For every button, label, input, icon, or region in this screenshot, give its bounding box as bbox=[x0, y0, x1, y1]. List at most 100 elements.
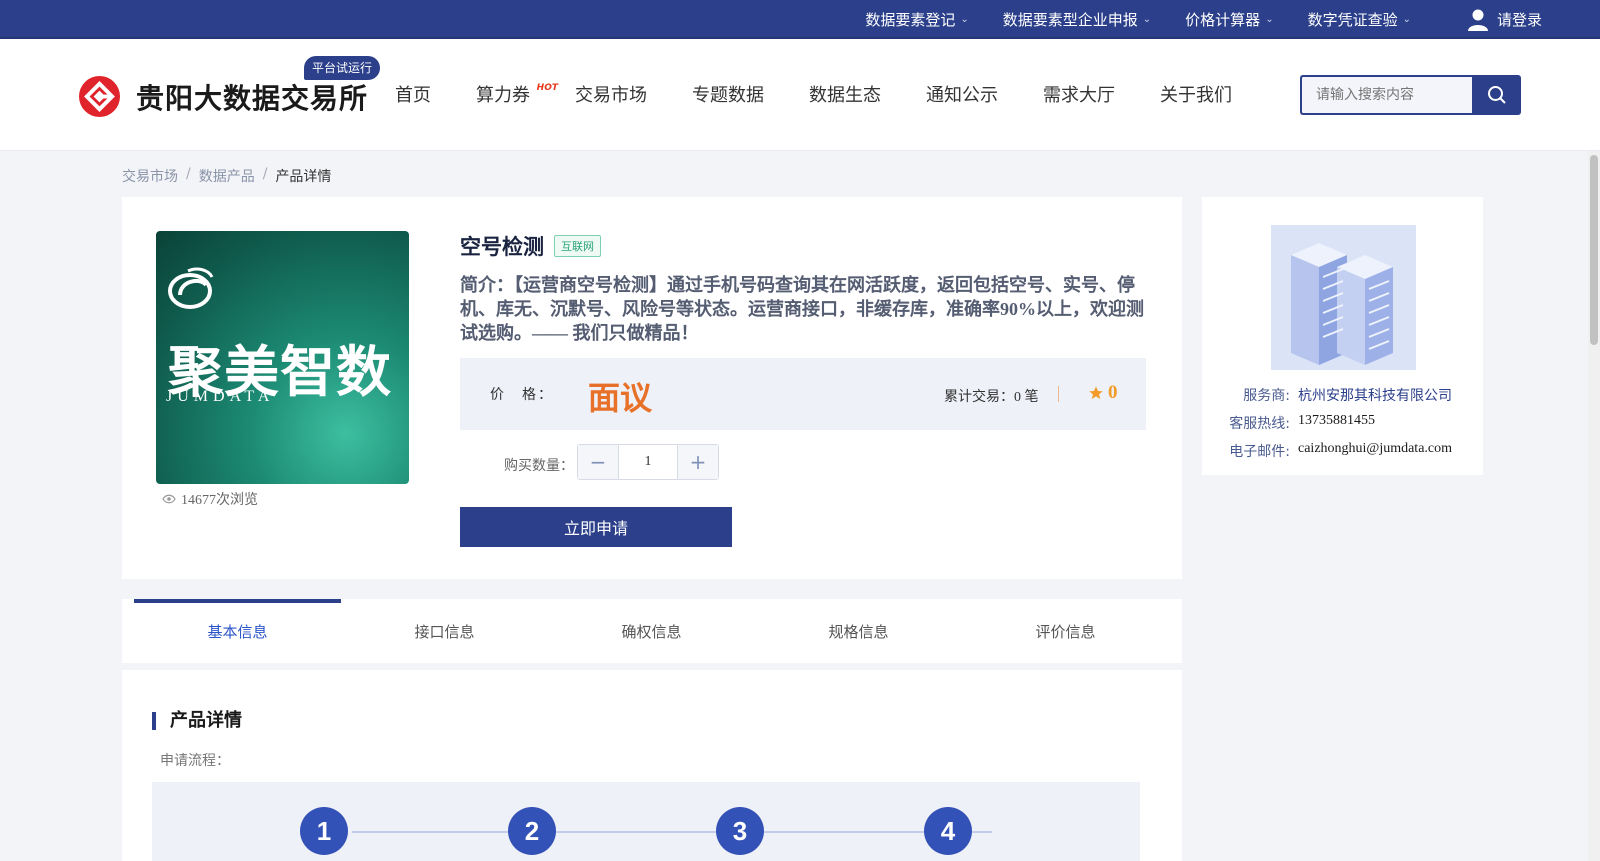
provider-row: 客服热线: 13735881455 bbox=[1222, 413, 1452, 433]
product-detail-section: 产品详情 申请流程： 1 2 3 4 bbox=[122, 670, 1182, 861]
nav-item-ecosystem[interactable]: 数据生态 bbox=[809, 81, 881, 107]
flow-step: 3 bbox=[716, 807, 764, 855]
divider bbox=[1058, 386, 1059, 402]
nav-item-notices[interactable]: 通知公示 bbox=[926, 81, 998, 107]
nav-item-topic-data[interactable]: 专题数据 bbox=[692, 81, 764, 107]
section-title: 产品详情 bbox=[152, 712, 242, 730]
breadcrumb-separator: / bbox=[186, 166, 191, 182]
top-bar: 数据要素登记 ⌄ 数据要素型企业申报 ⌄ 价格计算器 ⌄ 数字凭证查验 ⌄ 请登… bbox=[0, 0, 1600, 39]
flow-step: 2 bbox=[508, 807, 556, 855]
nav-label: 需求大厅 bbox=[1043, 85, 1115, 106]
view-count-text: 14677次浏览 bbox=[181, 493, 258, 508]
quantity-value[interactable]: 1 bbox=[618, 445, 678, 479]
search-button[interactable] bbox=[1472, 75, 1521, 115]
provider-info: 服务商: 杭州安那其科技有限公司 客服热线: 13735881455 电子邮件:… bbox=[1222, 385, 1452, 469]
scrollbar-thumb[interactable] bbox=[1590, 155, 1598, 345]
provider-key: 服务商: bbox=[1243, 388, 1290, 404]
nav-item-market[interactable]: 交易市场 bbox=[575, 81, 647, 107]
provider-phone: 13735881455 bbox=[1298, 413, 1375, 428]
product-brand-en: JUMDATA bbox=[166, 388, 275, 405]
logo-text[interactable]: 贵阳大数据交易所 bbox=[136, 77, 368, 117]
flow-connector bbox=[352, 831, 992, 833]
increment-button[interactable]: + bbox=[678, 445, 718, 479]
top-link-enterprise-declaration[interactable]: 数据要素型企业申报 ⌄ bbox=[1003, 9, 1151, 30]
main-nav: 首页 算力券 HOT 交易市场 专题数据 数据生态 通知公示 需求大厅 关于我们 bbox=[395, 81, 1277, 107]
price-label: 价 格： bbox=[490, 387, 554, 403]
provider-building-image bbox=[1271, 225, 1416, 370]
nav-item-compute-voucher[interactable]: 算力券 HOT bbox=[476, 81, 558, 107]
top-link-label: 价格计算器 bbox=[1185, 11, 1261, 29]
nav-label: 通知公示 bbox=[926, 85, 998, 106]
category-tag: 互联网 bbox=[554, 235, 601, 257]
provider-name-link[interactable]: 杭州安那其科技有限公司 bbox=[1298, 385, 1452, 405]
logo-icon[interactable] bbox=[79, 76, 120, 117]
breadcrumb-current: 产品详情 bbox=[275, 169, 332, 185]
breadcrumb-market[interactable]: 交易市场 bbox=[122, 166, 178, 186]
page-scrollbar[interactable] bbox=[1588, 151, 1600, 861]
flow-label: 申请流程： bbox=[160, 753, 230, 769]
top-link-data-registration[interactable]: 数据要素登记 ⌄ bbox=[865, 9, 968, 30]
nav-label: 交易市场 bbox=[575, 85, 647, 106]
nav-item-about[interactable]: 关于我们 bbox=[1160, 81, 1232, 107]
product-title-text: 空号检测 bbox=[460, 235, 544, 259]
chevron-down-icon: ⌄ bbox=[1265, 14, 1274, 25]
star-icon bbox=[1089, 386, 1103, 399]
eye-icon bbox=[162, 494, 176, 504]
rating: 0 bbox=[1088, 382, 1118, 404]
search-input[interactable] bbox=[1302, 77, 1472, 113]
tab-rights-info[interactable]: 确权信息 bbox=[548, 599, 755, 663]
search-box bbox=[1300, 75, 1472, 115]
top-link-label: 数字凭证查验 bbox=[1307, 11, 1398, 29]
quantity-stepper: − 1 + bbox=[577, 444, 719, 480]
price-box: 价 格： 面议 累计交易：0 笔 0 bbox=[460, 358, 1146, 430]
chevron-down-icon: ⌄ bbox=[960, 14, 969, 25]
product-image: 聚美智数 JUMDATA bbox=[156, 231, 409, 484]
nav-label: 数据生态 bbox=[809, 85, 881, 106]
detail-tabs: 基本信息 接口信息 确权信息 规格信息 评价信息 bbox=[122, 599, 1182, 663]
provider-card: 服务商: 杭州安那其科技有限公司 客服热线: 13735881455 电子邮件:… bbox=[1202, 197, 1483, 475]
quantity-label: 购买数量： bbox=[504, 458, 574, 474]
tab-spec-info[interactable]: 规格信息 bbox=[755, 599, 962, 663]
login-button[interactable]: 请登录 bbox=[1467, 8, 1542, 32]
login-label: 请登录 bbox=[1496, 11, 1542, 29]
transaction-count: 累计交易：0 笔 bbox=[944, 390, 1039, 405]
price-value: 面议 bbox=[588, 379, 653, 417]
nav-item-home[interactable]: 首页 bbox=[395, 81, 431, 107]
tab-api-info[interactable]: 接口信息 bbox=[341, 599, 548, 663]
breadcrumb-data-products[interactable]: 数据产品 bbox=[199, 166, 255, 186]
application-flow: 1 2 3 4 bbox=[152, 782, 1140, 861]
provider-row: 服务商: 杭州安那其科技有限公司 bbox=[1222, 385, 1452, 405]
nav-item-demand-hall[interactable]: 需求大厅 bbox=[1043, 81, 1115, 107]
nav-label: 专题数据 bbox=[692, 85, 764, 106]
hot-badge: HOT bbox=[536, 83, 558, 93]
apply-button[interactable]: 立即申请 bbox=[460, 507, 732, 547]
top-links: 数据要素登记 ⌄ 数据要素型企业申报 ⌄ 价格计算器 ⌄ 数字凭证查验 ⌄ 请登… bbox=[831, 0, 1542, 39]
top-link-label: 数据要素登记 bbox=[865, 11, 956, 29]
top-link-label: 数据要素型企业申报 bbox=[1002, 11, 1138, 29]
provider-key: 客服热线: bbox=[1229, 416, 1290, 432]
chevron-down-icon: ⌄ bbox=[1402, 14, 1411, 25]
breadcrumb-separator: / bbox=[262, 166, 268, 182]
decrement-button[interactable]: − bbox=[578, 445, 618, 479]
rating-value: 0 bbox=[1108, 382, 1118, 403]
main-header: 贵阳大数据交易所 平台试运行 首页 算力券 HOT 交易市场 专题数据 数据生态 … bbox=[0, 39, 1600, 151]
view-count: 14677次浏览 bbox=[162, 489, 258, 509]
nav-label: 关于我们 bbox=[1160, 85, 1232, 106]
flow-step: 4 bbox=[924, 807, 972, 855]
top-link-voucher-check[interactable]: 数字凭证查验 ⌄ bbox=[1308, 9, 1411, 30]
provider-key: 电子邮件: bbox=[1229, 444, 1290, 460]
product-intro: 简介：【运营商空号检测】通过手机号码查询其在网活跃度，返回包括空号、实号、停机、… bbox=[460, 275, 1144, 343]
top-link-price-calculator[interactable]: 价格计算器 ⌄ bbox=[1185, 9, 1273, 30]
flow-step: 1 bbox=[300, 807, 348, 855]
building-icon bbox=[1271, 225, 1416, 370]
nav-label: 算力券 bbox=[476, 85, 530, 106]
nav-label: 首页 bbox=[395, 85, 431, 106]
search-icon bbox=[1487, 86, 1506, 104]
tab-review-info[interactable]: 评价信息 bbox=[962, 599, 1169, 663]
chevron-down-icon: ⌄ bbox=[1142, 14, 1152, 25]
product-card: 聚美智数 JUMDATA 14677次浏览 空号检测 互联网 简介：【运营商空号… bbox=[122, 197, 1182, 579]
breadcrumb: 交易市场 / 数据产品 / 产品详情 bbox=[122, 166, 331, 186]
provider-row: 电子邮件: caizhonghui@jumdata.com bbox=[1222, 441, 1452, 461]
product-title: 空号检测 互联网 bbox=[460, 231, 601, 261]
tab-basic-info[interactable]: 基本信息 bbox=[134, 599, 341, 663]
